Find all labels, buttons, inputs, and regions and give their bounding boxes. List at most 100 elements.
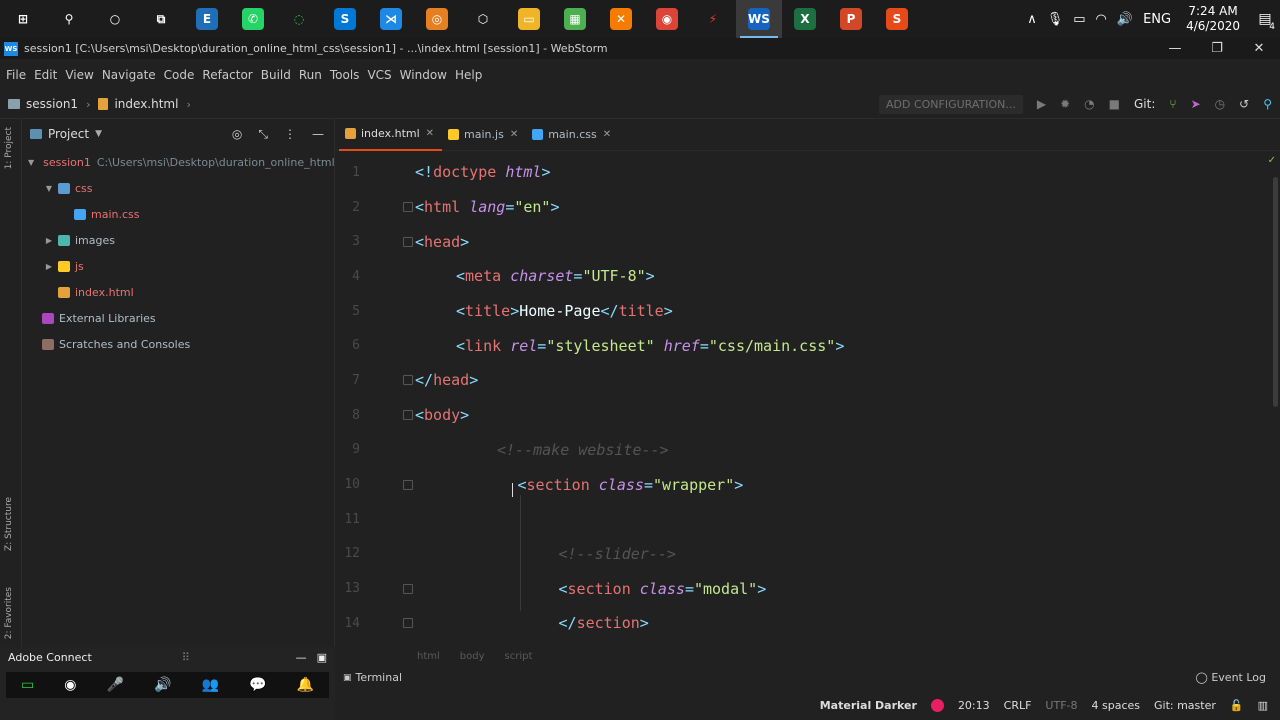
- volume-icon[interactable]: 🔊: [1112, 12, 1138, 27]
- whatsapp-taskbar-button[interactable]: ✆: [230, 0, 276, 38]
- run-icon[interactable]: ▶: [1037, 97, 1046, 111]
- fold-marker-icon[interactable]: [403, 202, 413, 213]
- tree-item-session1[interactable]: ▼ session1 C:\Users\msi\Desktop\duration_o…: [22, 149, 334, 175]
- app-s-taskbar-button[interactable]: S: [874, 0, 920, 38]
- project-panel-title[interactable]: Project: [48, 127, 89, 141]
- nav-file[interactable]: index.html: [114, 97, 178, 111]
- excel-taskbar-button[interactable]: X: [782, 0, 828, 38]
- bell-icon[interactable]: 🔔: [297, 677, 314, 693]
- code-line[interactable]: 7 </head>: [335, 363, 1280, 398]
- language-indicator[interactable]: ENG: [1138, 12, 1176, 27]
- chevron-down-icon[interactable]: ▼: [95, 129, 102, 139]
- indent-setting[interactable]: 4 spaces: [1092, 699, 1141, 712]
- code-line[interactable]: 9 <!--make website-->: [335, 433, 1280, 468]
- code-line[interactable]: 10 <section class="wrapper">: [335, 467, 1280, 502]
- code-line[interactable]: 5 <title>Home-Page</title>: [335, 294, 1280, 329]
- app-green-ring-taskbar-button[interactable]: ◌: [276, 0, 322, 38]
- git-branch-icon[interactable]: ⑂: [1169, 97, 1176, 111]
- locate-file-icon[interactable]: ◎: [232, 127, 242, 142]
- breadcrumb-body[interactable]: body: [460, 651, 485, 662]
- menu-file[interactable]: File: [6, 68, 34, 82]
- coverage-icon[interactable]: ◔: [1084, 97, 1094, 111]
- fold-marker-icon[interactable]: [403, 479, 413, 490]
- structure-tool-tab[interactable]: Z: Structure: [4, 497, 14, 551]
- code-line[interactable]: 1 <!doctype html>: [335, 155, 1280, 190]
- add-configuration-button[interactable]: ADD CONFIGURATION...: [878, 94, 1023, 114]
- fold-marker-icon[interactable]: [403, 618, 413, 629]
- close-button[interactable]: ✕: [1238, 41, 1280, 56]
- menu-run[interactable]: Run: [299, 68, 330, 82]
- tab-main-js[interactable]: main.js ✕: [442, 119, 526, 151]
- git-rollback-icon[interactable]: ↺: [1239, 97, 1249, 111]
- line-separator[interactable]: CRLF: [1004, 699, 1032, 712]
- skype-taskbar-button[interactable]: S: [322, 0, 368, 38]
- speaker-icon[interactable]: 🔊: [154, 677, 171, 693]
- tree-item-scratches-and-consoles[interactable]: Scratches and Consoles: [22, 331, 334, 357]
- microphone-icon[interactable]: 🎤: [107, 677, 124, 693]
- code-line[interactable]: 6 <link rel="stylesheet" href="css/main.c…: [335, 328, 1280, 363]
- minimize-icon[interactable]: —: [296, 651, 307, 664]
- file-explorer-taskbar-button[interactable]: ▭: [506, 0, 552, 38]
- event-log-tab[interactable]: ◯ Event Log: [1196, 671, 1280, 684]
- close-icon[interactable]: ✕: [603, 129, 611, 140]
- menu-view[interactable]: View: [65, 68, 101, 82]
- favorites-tool-tab[interactable]: 2: Favorites: [4, 587, 14, 639]
- caret-position[interactable]: 20:13: [958, 699, 990, 712]
- cortana-taskbar-button[interactable]: ○: [92, 0, 138, 38]
- menu-navigate[interactable]: Navigate: [102, 68, 164, 82]
- git-branch-status[interactable]: Git: master: [1154, 699, 1216, 712]
- menu-refactor[interactable]: Refactor: [202, 68, 260, 82]
- chevron-up-icon[interactable]: ∧: [1022, 12, 1042, 27]
- app-multicolor-taskbar-button[interactable]: ▦: [552, 0, 598, 38]
- fold-marker-icon[interactable]: [403, 236, 413, 247]
- tree-item-index-html[interactable]: index.html: [22, 279, 334, 305]
- battery-icon[interactable]: ▭: [1068, 12, 1090, 27]
- hide-panel-icon[interactable]: —: [312, 127, 324, 142]
- menu-code[interactable]: Code: [164, 68, 203, 82]
- code-line[interactable]: 11: [335, 502, 1280, 537]
- project-tool-tab[interactable]: 1: Project: [4, 127, 14, 169]
- expand-right-icon[interactable]: ▶: [44, 262, 54, 271]
- notification-center-icon[interactable]: ▤ 4: [1250, 0, 1280, 38]
- menu-tools[interactable]: Tools: [330, 68, 368, 82]
- menu-window[interactable]: Window: [400, 68, 455, 82]
- restore-button[interactable]: ❐: [1196, 41, 1238, 56]
- webstorm-taskbar-button[interactable]: WS: [736, 0, 782, 38]
- app-cube-taskbar-button[interactable]: ⬡: [460, 0, 506, 38]
- menu-help[interactable]: Help: [455, 68, 490, 82]
- expand-down-icon[interactable]: ▼: [28, 158, 34, 167]
- breadcrumb-html[interactable]: html: [417, 651, 440, 662]
- tree-item-css[interactable]: ▼ css: [22, 175, 334, 201]
- menu-build[interactable]: Build: [261, 68, 299, 82]
- close-icon[interactable]: ✕: [510, 129, 518, 140]
- collapse-all-icon[interactable]: ⤡: [258, 127, 268, 142]
- clock[interactable]: 7:24 AM 4/6/2020: [1176, 4, 1250, 34]
- stop-icon[interactable]: ■: [1109, 97, 1120, 111]
- app-orange-taskbar-button[interactable]: ◎: [414, 0, 460, 38]
- tree-item-images[interactable]: ▶ images: [22, 227, 334, 253]
- fold-marker-icon[interactable]: [403, 375, 413, 386]
- search-taskbar-button[interactable]: ⚲: [46, 0, 92, 38]
- wifi-icon[interactable]: ◠: [1091, 12, 1112, 27]
- fold-marker-icon[interactable]: [403, 410, 413, 421]
- windows-start-taskbar-button[interactable]: ⊞: [0, 0, 46, 38]
- powerpoint-taskbar-button[interactable]: P: [828, 0, 874, 38]
- drag-handle-icon[interactable]: ⠿: [182, 651, 190, 664]
- maximize-icon[interactable]: ▣: [317, 651, 327, 664]
- code-area[interactable]: 1 <!doctype html> 2 <html lang="en"> 3 <head>…: [335, 155, 1280, 641]
- attendees-icon[interactable]: 👥: [202, 677, 219, 693]
- memory-indicator-icon[interactable]: ▥: [1258, 699, 1268, 712]
- menu-edit[interactable]: Edit: [34, 68, 65, 82]
- xampp-taskbar-button[interactable]: ✕: [598, 0, 644, 38]
- vscode-taskbar-button[interactable]: ⋊: [368, 0, 414, 38]
- chat-icon[interactable]: 💬: [249, 677, 266, 693]
- screen-share-icon[interactable]: ▭: [21, 677, 34, 693]
- git-history-icon[interactable]: ◷: [1215, 97, 1225, 111]
- tab-main-css[interactable]: main.css ✕: [526, 119, 619, 151]
- tree-item-main-css[interactable]: main.css: [22, 201, 334, 227]
- microphone-icon[interactable]: 🎙: [1042, 12, 1069, 27]
- options-icon[interactable]: ⋮: [284, 127, 296, 142]
- code-line[interactable]: 13 <section class="modal">: [335, 571, 1280, 606]
- theme-indicator[interactable]: Material Darker: [820, 699, 917, 712]
- inspection-ok-icon[interactable]: ✓: [1268, 155, 1276, 166]
